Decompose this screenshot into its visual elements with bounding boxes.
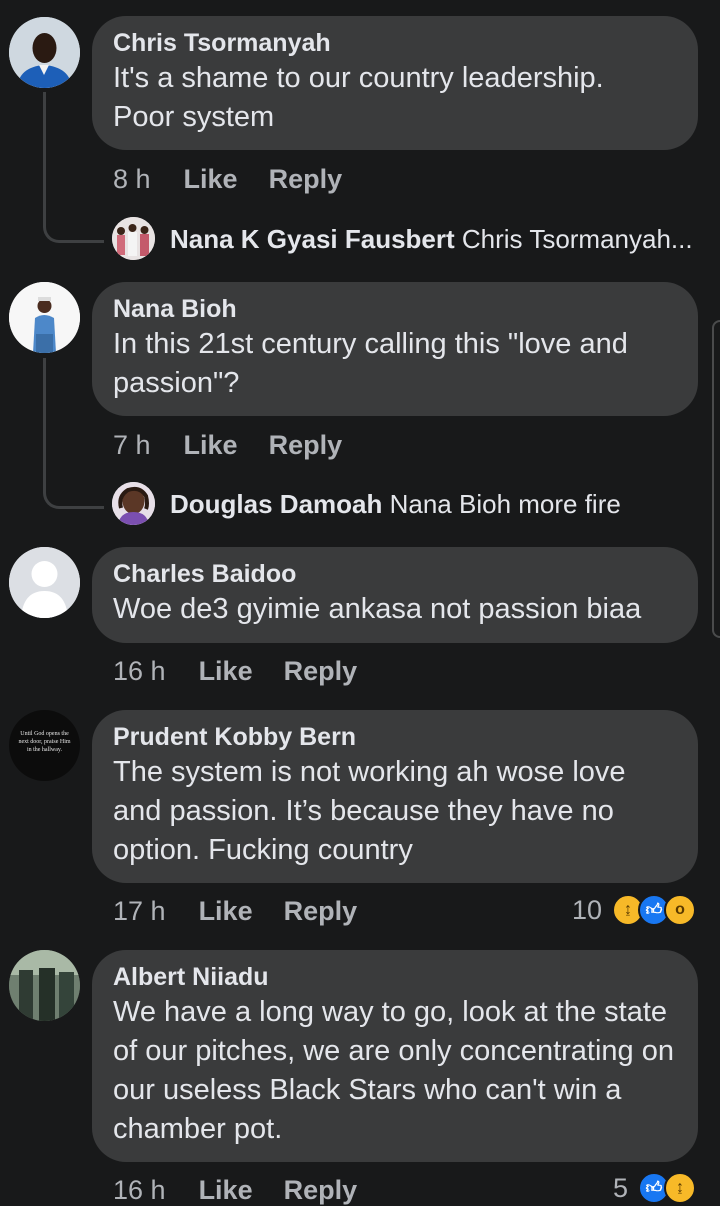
comment-text: Woe de3 gyimie ankasa not passion biaa bbox=[113, 593, 642, 625]
reaction-summary[interactable]: 10 ↨ 👍︎ o bbox=[572, 894, 696, 926]
comment-actions: 16 h Like Reply bbox=[113, 655, 388, 687]
comment-bubble[interactable]: Charles Baidoo Woe de3 gyimie ankasa not… bbox=[92, 547, 698, 643]
reply-author[interactable]: Douglas Damoah bbox=[170, 489, 382, 519]
comment-author[interactable]: Nana Bioh bbox=[113, 294, 678, 324]
reply-button[interactable]: Reply bbox=[269, 164, 343, 194]
comment-text: In this 21st century calling this "love … bbox=[113, 328, 628, 399]
reply-avatar[interactable] bbox=[112, 217, 155, 260]
like-button[interactable]: Like bbox=[184, 164, 238, 194]
reply-preview[interactable]: Douglas Damoah Nana Bioh more fire bbox=[170, 488, 621, 520]
like-button[interactable]: Like bbox=[184, 430, 238, 460]
default-profile-icon bbox=[9, 547, 80, 618]
reply-text: Chris Tsormanyah... bbox=[461, 224, 693, 254]
reaction-count: 10 bbox=[571, 894, 602, 925]
avatar[interactable]: Until God opens the next door, praise Hi… bbox=[9, 710, 80, 781]
reply-button[interactable]: Reply bbox=[284, 1175, 358, 1205]
reply-author[interactable]: Nana K Gyasi Fausbert bbox=[170, 224, 455, 254]
comment-actions: 16 h Like Reply bbox=[113, 1174, 388, 1206]
comment-author[interactable]: Albert Niiadu bbox=[113, 962, 678, 992]
comment-bubble[interactable]: Nana Bioh In this 21st century calling t… bbox=[92, 282, 698, 416]
avatar[interactable] bbox=[9, 17, 80, 88]
comment-actions: 7 h Like Reply bbox=[113, 429, 373, 461]
comment-time: 17 h bbox=[113, 896, 166, 926]
comment-author[interactable]: Prudent Kobby Bern bbox=[113, 722, 678, 752]
comment-actions: 17 h Like Reply bbox=[113, 895, 388, 927]
comment-author[interactable]: Charles Baidoo bbox=[113, 559, 678, 589]
comment-author[interactable]: Chris Tsormanyah bbox=[113, 28, 678, 58]
comment-text: It's a shame to our country leadership. … bbox=[113, 62, 604, 133]
comment-actions: 8 h Like Reply bbox=[113, 163, 373, 195]
comment-bubble[interactable]: Chris Tsormanyah It's a shame to our cou… bbox=[92, 16, 698, 150]
comment-text: We have a long way to go, look at the st… bbox=[113, 996, 674, 1145]
wow-icon: o bbox=[664, 894, 696, 926]
haha-icon: ↨ bbox=[664, 1172, 696, 1204]
reply-button[interactable]: Reply bbox=[269, 430, 343, 460]
reply-button[interactable]: Reply bbox=[284, 896, 358, 926]
avatar[interactable] bbox=[9, 950, 80, 1021]
comment-time: 7 h bbox=[113, 430, 151, 460]
comment-time: 16 h bbox=[113, 1175, 166, 1205]
reply-preview[interactable]: Nana K Gyasi Fausbert Chris Tsormanyah..… bbox=[170, 223, 693, 255]
scrollbar[interactable] bbox=[712, 320, 720, 638]
comment-text: The system is not working ah wose love a… bbox=[113, 756, 626, 866]
avatar[interactable] bbox=[9, 547, 80, 618]
comment-time: 16 h bbox=[113, 656, 166, 686]
comment-bubble[interactable]: Albert Niiadu We have a long way to go, … bbox=[92, 950, 698, 1162]
reply-button[interactable]: Reply bbox=[284, 656, 358, 686]
comment-time: 8 h bbox=[113, 164, 151, 194]
reaction-count: 5 bbox=[612, 1172, 628, 1203]
reply-avatar[interactable] bbox=[112, 482, 155, 525]
like-button[interactable]: Like bbox=[199, 656, 253, 686]
like-button[interactable]: Like bbox=[199, 1175, 253, 1205]
comment-bubble[interactable]: Prudent Kobby Bern The system is not wor… bbox=[92, 710, 698, 883]
reaction-summary[interactable]: 5 👍︎ ↨ bbox=[613, 1172, 696, 1204]
avatar-quote-text: Until God opens the next door, praise Hi… bbox=[18, 731, 71, 753]
like-button[interactable]: Like bbox=[199, 896, 253, 926]
reply-text: Nana Bioh more fire bbox=[389, 489, 621, 519]
avatar[interactable] bbox=[9, 282, 80, 353]
